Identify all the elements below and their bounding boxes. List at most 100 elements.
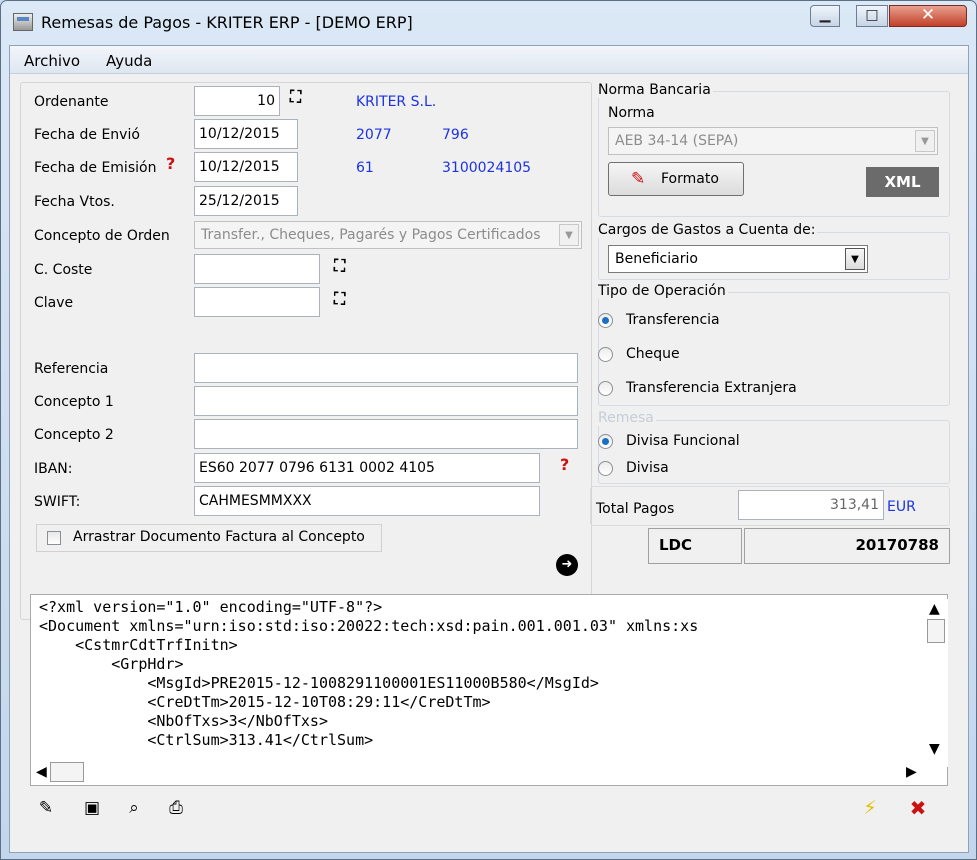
clave-label: Clave [34,295,74,311]
help-icon[interactable]: ? [560,455,569,474]
referencia-label: Referencia [34,361,109,377]
close-icon[interactable]: ✖ [908,798,928,818]
swift-input[interactable]: CAHMESMMXXX [194,486,540,516]
branch-code: 796 [442,127,469,143]
total-pagos-label: Total Pagos [596,501,675,517]
print-preview-icon[interactable]: ⌕ [124,798,144,818]
formato-label: Formato [661,171,719,187]
binoculars-icon[interactable]: ⛶ [334,290,358,310]
referencia-input[interactable] [194,353,578,383]
fecha-vtos-label: Fecha Vtos. [34,194,115,210]
cargos-value: Beneficiario [615,251,698,267]
concepto-orden-value: Transfer., Cheques, Pagarés y Pagos Cert… [201,227,541,243]
xml-line: <MsgId>PRE2015-12-1008291100001ES11000B5… [39,674,599,692]
xml-line: <GrpHdr> [39,655,184,673]
edit-icon[interactable]: ✎ [36,798,56,818]
radio-transferencia[interactable] [598,313,613,328]
account-number: 3100024105 [442,160,532,176]
radio-divisa[interactable] [598,461,613,476]
client-area: Archivo Ayuda Ordenante 10 ⛶ KRITER S.L.… [9,45,969,853]
iban-input[interactable]: ES60 2077 0796 6131 0002 4105 [194,453,540,483]
total-pagos-value: 313,41 [738,490,884,520]
arrow-right-icon[interactable]: ➜ [556,554,578,576]
maximize-button[interactable]: □ [856,5,888,27]
transferencia-extranjera-label: Transferencia Extranjera [626,380,797,396]
xml-line: <Document xmlns="urn:iso:std:iso:20022:t… [39,617,699,635]
iban-label: IBAN: [34,461,73,477]
norma-bancaria-title: Norma Bancaria [596,82,713,98]
ldc-value: 20170788 [744,528,950,564]
menu-ayuda[interactable]: Ayuda [106,52,152,70]
ordenante-label: Ordenante [34,94,109,110]
tipo-operacion-title: Tipo de Operación [596,283,728,299]
norma-value: AEB 34-14 (SEPA) [615,133,739,149]
xml-line: <CstmrCdtTrfInitn> [39,636,238,654]
radio-transferencia-extranjera[interactable] [598,381,613,396]
formato-button[interactable]: ✎ Formato [608,162,744,196]
print-icon[interactable]: ⎙ [166,798,186,818]
help-icon[interactable]: ? [166,154,175,173]
fecha-emision-label: Fecha de Emisión [34,160,157,176]
divisa-label: Divisa [626,460,669,476]
fecha-envio-label: Fecha de Envió [34,127,140,143]
chevron-down-icon[interactable]: ▼ [845,248,865,270]
fecha-vtos-input[interactable]: 25/12/2015 [194,186,298,216]
norma-label: Norma [608,105,655,121]
c-coste-input[interactable] [194,254,320,284]
xml-preview[interactable]: <?xml version="1.0" encoding="UTF-8"?> <… [30,594,948,786]
clave-input[interactable] [194,287,320,317]
vertical-scrollbar[interactable]: ▲ ▼ [925,599,948,767]
minimize-button[interactable]: ▁ [810,5,840,27]
concepto-orden-select[interactable]: Transfer., Cheques, Pagarés y Pagos Cert… [194,221,582,249]
divisa-funcional-label: Divisa Funcional [626,433,740,449]
concepto2-input[interactable] [194,419,578,449]
close-window-button[interactable]: ✕ [889,5,967,27]
scroll-down-icon[interactable]: ▼ [929,741,940,757]
currency-label: EUR [887,499,916,515]
ordenante-name: KRITER S.L. [356,94,437,110]
binoculars-icon[interactable]: ⛶ [290,88,314,108]
chevron-down-icon[interactable]: ▼ [559,224,579,246]
fecha-envio-input[interactable]: 10/12/2015 [194,119,298,149]
concepto1-input[interactable] [194,386,578,416]
hscroll-thumb[interactable] [50,762,84,782]
app-window: Remesas de Pagos - KRITER ERP - [DEMO ER… [0,0,977,860]
scroll-thumb[interactable] [927,619,945,643]
binoculars-icon[interactable]: ⛶ [334,257,358,277]
norma-select[interactable]: AEB 34-14 (SEPA) ▼ [608,127,938,155]
concepto1-label: Concepto 1 [34,394,114,410]
xml-line: <NbOfTxs>3</NbOfTxs> [39,712,328,730]
control-digit: 61 [356,160,374,176]
chevron-down-icon[interactable]: ▼ [915,130,935,152]
pdf-icon: ✎ [631,169,646,189]
swift-label: SWIFT: [34,494,81,510]
save-icon[interactable]: ▣ [82,798,102,818]
cargos-select[interactable]: Beneficiario ▼ [608,245,868,273]
ordenante-input[interactable]: 10 [194,86,280,116]
cargos-title: Cargos de Gastos a Cuenta de: [596,222,818,238]
horizontal-scrollbar[interactable]: ◀ ▶ [34,762,927,784]
menu-bar: Archivo Ayuda [10,46,968,74]
title-bar[interactable]: Remesas de Pagos - KRITER ERP - [DEMO ER… [1,1,976,43]
arrastrar-checkbox[interactable] [47,531,61,545]
xml-badge: XML [866,167,939,197]
c-coste-label: C. Coste [34,262,93,278]
arrastrar-label: Arrastrar Documento Factura al Concepto [73,529,365,545]
concepto-orden-label: Concepto de Orden [34,228,170,244]
scroll-left-icon[interactable]: ◀ [36,764,47,780]
arrastrar-checkbox-frame: Arrastrar Documento Factura al Concepto [36,524,382,552]
fecha-emision-input[interactable]: 10/12/2015 [194,152,298,182]
radio-cheque[interactable] [598,347,613,362]
cheque-label: Cheque [626,346,680,362]
xml-line: <CreDtTm>2015-12-10T08:29:11</CreDtTm> [39,693,491,711]
lightning-icon[interactable]: ⚡ [860,798,880,818]
xml-line: <CtrlSum>313.41</CtrlSum> [39,731,374,749]
menu-archivo[interactable]: Archivo [24,52,80,70]
scroll-up-icon[interactable]: ▲ [929,601,940,617]
radio-divisa-funcional[interactable] [598,434,613,449]
scroll-right-icon[interactable]: ▶ [906,764,917,780]
xml-line: <?xml version="1.0" encoding="UTF-8"?> [39,598,383,616]
window-title: Remesas de Pagos - KRITER ERP - [DEMO ER… [41,13,413,32]
remesa-title: Remesa [596,410,656,426]
bank-code: 2077 [356,127,392,143]
